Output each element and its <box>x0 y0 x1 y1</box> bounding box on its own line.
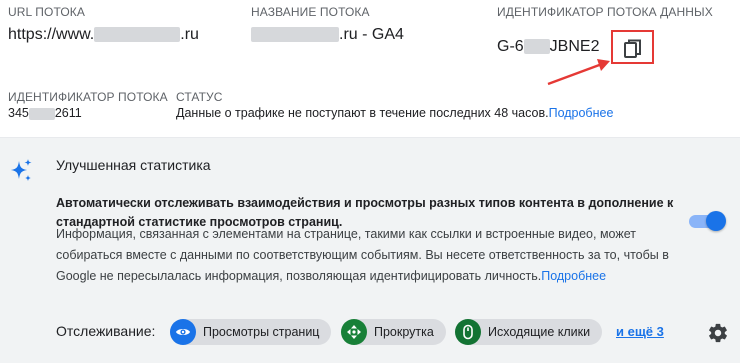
stream-url: https://www. .ru <box>8 26 199 43</box>
measurement-id: G-6 JBNE2 <box>497 38 600 55</box>
eye-icon <box>170 319 196 345</box>
copy-icon <box>624 39 641 58</box>
stream-id-label: ИДЕНТИФИКАТОР ПОТОКА <box>8 90 168 104</box>
redacted-block <box>94 27 181 43</box>
status-text: Данные о трафике не поступают в течение … <box>176 106 614 120</box>
chip-scroll[interactable]: Прокрутка <box>341 319 446 345</box>
learn-more-link[interactable]: Подробнее <box>541 269 606 283</box>
redacted-block <box>251 27 339 43</box>
stream-details: URL ПОТОКА https://www. .ru НАЗВАНИЕ ПОТО… <box>0 0 740 137</box>
copy-button[interactable] <box>611 30 654 64</box>
stream-id: 345 2611 <box>8 106 82 120</box>
scroll-arrows-icon <box>341 319 367 345</box>
more-events-link[interactable]: и ещё 3 <box>616 324 664 339</box>
sparkle-icon <box>11 159 32 181</box>
toggle-knob <box>706 211 726 231</box>
enhanced-measurement-toggle[interactable] <box>689 211 726 231</box>
chip-outbound-clicks[interactable]: Исходящие клики <box>455 319 603 345</box>
description: Информация, связанная с элементами на ст… <box>56 227 669 283</box>
data-id-label: ИДЕНТИФИКАТОР ПОТОКА ДАННЫХ <box>497 5 713 19</box>
tracking-label: Отслеживание: <box>56 323 156 339</box>
section-title: Улучшенная статистика <box>56 157 211 173</box>
name-label: НАЗВАНИЕ ПОТОКА <box>251 5 370 19</box>
redacted-block <box>523 39 550 55</box>
chip-page-views[interactable]: Просмотры страниц <box>170 319 332 345</box>
redacted-block <box>28 107 55 120</box>
status-learn-more-link[interactable]: Подробнее <box>549 106 614 120</box>
mouse-icon <box>455 319 481 345</box>
gear-icon[interactable] <box>707 322 729 344</box>
enhanced-measurement-section: Улучшенная статистика Автоматически отсл… <box>0 137 740 363</box>
url-label: URL ПОТОКА <box>8 5 85 19</box>
status-label: СТАТУС <box>176 90 223 104</box>
stream-name: .ru - GA4 <box>251 26 404 44</box>
